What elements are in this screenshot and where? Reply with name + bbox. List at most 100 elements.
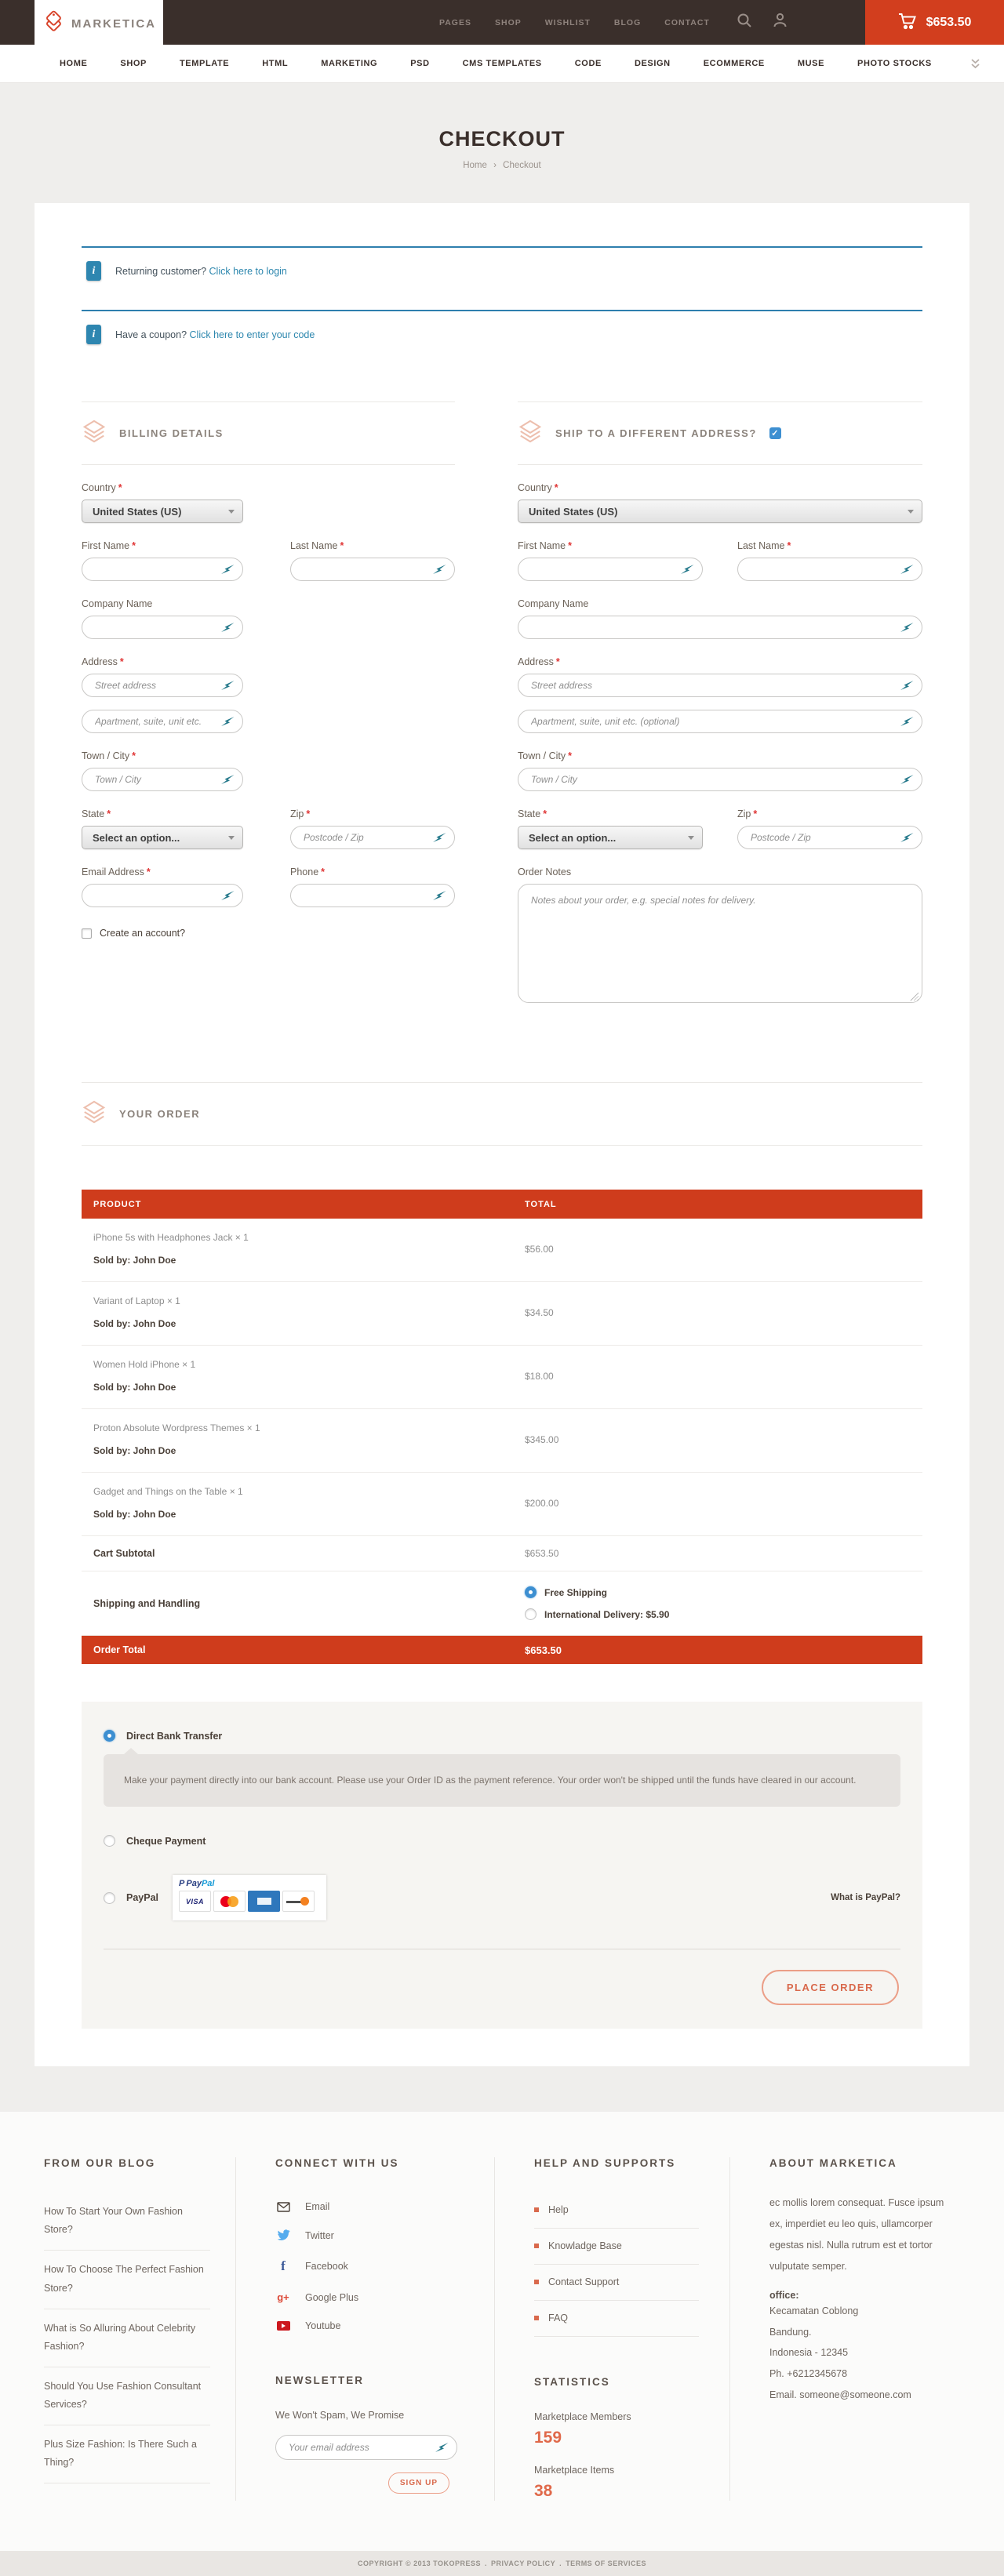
billing-street-input[interactable] [82,674,243,697]
billing-email-input[interactable] [82,884,243,907]
privacy-policy-link[interactable]: PRIVACY POLICY [491,2560,555,2567]
social-link-facebook[interactable]: f Facebook [275,2250,475,2283]
bullet-icon [534,2244,539,2248]
shipping-street-input[interactable] [518,674,922,697]
nav-item-code[interactable]: CODE [558,59,618,68]
social-link-email[interactable]: Email [275,2193,475,2221]
autofill-pen-icon [900,681,914,690]
select-arrow-icon [228,510,235,514]
order-table: PRODUCT TOTAL iPhone 5s with Headphones … [82,1190,922,1664]
shipping-apartment-input[interactable] [518,710,922,733]
social-link-google-plus[interactable]: g+ Google Plus [275,2283,475,2312]
search-icon[interactable] [737,13,752,32]
nav-item-template[interactable]: TEMPLATE [163,59,246,68]
product-total: $18.00 [525,1371,922,1382]
autofill-pen-icon [433,891,446,900]
billing-country-select[interactable]: United States (US) [82,500,243,523]
blog-link[interactable]: How To Choose The Perfect Fashion Store? [44,2251,210,2309]
required-mark: * [132,540,136,551]
billing-state-select[interactable]: Select an option... [82,826,243,849]
ship-different-address-checkbox[interactable] [769,427,781,439]
bank-transfer-radio[interactable] [104,1730,115,1742]
help-link[interactable]: FAQ [534,2301,699,2337]
blog-link[interactable]: How To Start Your Own Fashion Store? [44,2193,210,2251]
country-label: Country [82,482,116,493]
topbar-link-wishlist[interactable]: WISHLIST [545,18,591,27]
autofill-pen-icon [221,891,235,900]
youtube-icon [275,2321,291,2331]
nav-item-photo-stocks[interactable]: PHOTO STOCKS [841,59,948,68]
address-line: Email. someone@someone.com [769,2385,951,2406]
shipping-town-input[interactable] [518,768,922,791]
shipping-country-select[interactable]: United States (US) [518,500,922,523]
help-link[interactable]: Help [534,2193,699,2229]
email-icon [275,2202,291,2212]
newsletter-note: We Won't Spam, We Promise [275,2410,475,2421]
newsletter-email-input[interactable] [275,2435,457,2460]
terms-link[interactable]: TERMS OF SERVICES [566,2560,646,2567]
help-link[interactable]: Knowladge Base [534,2229,699,2265]
billing-phone-input[interactable] [290,884,455,907]
social-link-twitter[interactable]: Twitter [275,2221,475,2250]
place-order-button[interactable]: PLACE ORDER [762,1970,899,2005]
help-link[interactable]: Contact Support [534,2265,699,2301]
newsletter-signup-button[interactable]: SIGN UP [388,2472,449,2494]
login-link[interactable]: Click here to login [209,266,287,277]
shipping-last-name-input[interactable] [737,558,922,581]
topbar-link-blog[interactable]: BLOG [614,18,641,27]
nav-item-cms-templates[interactable]: CMS TEMPLATES [446,59,558,68]
breadcrumb-home[interactable]: Home [463,161,487,170]
billing-zip-input[interactable] [290,826,455,849]
free-shipping-radio[interactable] [525,1586,537,1598]
nav-item-design[interactable]: DESIGN [618,59,687,68]
paypal-radio[interactable] [104,1892,115,1904]
dot-separator: . [485,2560,487,2567]
order-notes-textarea[interactable] [518,884,922,1003]
address-label: Address [82,656,118,667]
billing-town-input[interactable] [82,768,243,791]
shipping-state-select[interactable]: Select an option... [518,826,703,849]
visa-icon: VISA [179,1891,211,1912]
billing-last-name-input[interactable] [290,558,455,581]
autofill-pen-icon [221,623,235,632]
what-is-paypal-link[interactable]: What is PayPal? [831,1893,900,1902]
cart-button[interactable]: $653.50 [865,0,1004,45]
topbar-link-shop[interactable]: SHOP [495,18,522,27]
amex-icon [248,1891,280,1912]
billing-first-name-input[interactable] [82,558,243,581]
dot-separator: . [559,2560,562,2567]
user-account-icon[interactable] [773,13,788,32]
shipping-first-name-input[interactable] [518,558,703,581]
coupon-link[interactable]: Click here to enter your code [190,329,315,340]
chevron-double-down-icon[interactable] [970,58,980,69]
international-delivery-option: International Delivery: $5.90 [525,1608,922,1620]
nav-item-home[interactable]: HOME [60,59,104,68]
nav-item-ecommerce[interactable]: ECOMMERCE [687,59,781,68]
brand-logo[interactable]: MARKETICA [35,0,163,47]
shipping-zip-input[interactable] [737,826,922,849]
breadcrumb: Home › Checkout [0,161,1004,170]
blog-link[interactable]: Plus Size Fashion: Is There Such a Thing… [44,2425,210,2483]
topbar-link-pages[interactable]: PAGES [439,18,471,27]
international-delivery-radio[interactable] [525,1608,537,1620]
checkout-page: MARKETICA PAGES SHOP WISHLIST BLOG CONTA… [0,0,1004,2576]
social-link-youtube[interactable]: Youtube [275,2312,475,2340]
nav-item-shop[interactable]: SHOP [104,59,163,68]
billing-company-input[interactable] [82,616,243,639]
blog-link[interactable]: Should You Use Fashion Consultant Servic… [44,2367,210,2425]
nav-item-psd[interactable]: PSD [394,59,446,68]
order-row: Proton Absolute Wordpress Themes × 1Sold… [82,1409,922,1473]
paypal-logo: PPayPal [179,1879,320,1888]
your-order-heading: YOUR ORDER [119,1108,200,1120]
nav-item-marketing[interactable]: MARKETING [304,59,394,68]
create-account-checkbox[interactable] [82,928,92,939]
nav-item-muse[interactable]: MUSE [781,59,841,68]
required-mark: * [321,867,325,877]
blog-link[interactable]: What is So Alluring About Celebrity Fash… [44,2309,210,2367]
topbar-link-contact[interactable]: CONTACT [664,18,710,27]
billing-apartment-input[interactable] [82,710,243,733]
layers-icon [82,419,107,448]
nav-item-html[interactable]: HTML [246,59,304,68]
shipping-company-input[interactable] [518,616,922,639]
cheque-payment-radio[interactable] [104,1835,115,1847]
